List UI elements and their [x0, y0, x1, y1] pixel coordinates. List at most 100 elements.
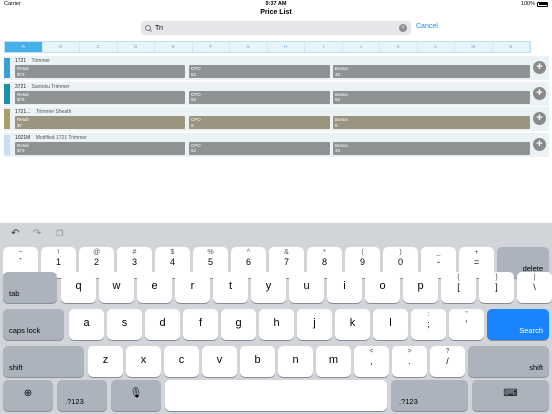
key-v[interactable]: v: [202, 346, 237, 377]
index-tab[interactable]: M: [455, 42, 493, 52]
key-x[interactable]: x: [126, 346, 161, 377]
undo-icon[interactable]: ↶: [11, 228, 19, 239]
key-g[interactable]: g: [221, 309, 256, 340]
key-f[interactable]: f: [183, 309, 218, 340]
index-tab[interactable]: D: [118, 42, 155, 52]
clear-search-icon[interactable]: ×: [399, 24, 407, 32]
cpo-cell: CPO 62: [189, 65, 330, 78]
keyboard-dismiss-icon: ⌨: [503, 388, 518, 399]
index-tab[interactable]: L: [418, 42, 455, 52]
key-n[interactable]: n: [278, 346, 313, 377]
index-tab[interactable]: C: [80, 42, 118, 52]
add-item-icon[interactable]: +: [533, 86, 546, 100]
bonus-cell: Bonus 45: [333, 65, 530, 78]
key-w[interactable]: w: [99, 272, 134, 303]
index-tab[interactable]: A: [5, 42, 43, 52]
list-item[interactable]: 1721... Trimmer Sheath Retail $7 CPO 6 B…: [4, 107, 549, 131]
key-z[interactable]: z: [88, 346, 123, 377]
add-item-icon[interactable]: +: [533, 137, 546, 151]
key-p[interactable]: p: [403, 272, 438, 303]
key-k[interactable]: k: [335, 309, 370, 340]
key-i[interactable]: i: [327, 272, 362, 303]
key-punct[interactable]: :;: [411, 309, 446, 340]
key-b[interactable]: b: [240, 346, 275, 377]
key-label: 0: [397, 257, 403, 267]
key-\[interactable]: | \: [517, 272, 552, 303]
globe-key[interactable]: ⊕: [3, 380, 53, 411]
search-input[interactable]: [155, 22, 395, 34]
key-punct[interactable]: ”’: [449, 309, 484, 340]
key-][interactable]: }]: [479, 272, 514, 303]
index-tab[interactable]: J: [343, 42, 380, 52]
key-q[interactable]: q: [61, 272, 96, 303]
key-label: q: [75, 280, 82, 292]
key-a[interactable]: a: [69, 309, 104, 340]
key-punct[interactable]: <,: [354, 346, 389, 377]
letter-index: ABCDEFGHIJKLMN: [4, 41, 531, 53]
key-j[interactable]: j: [297, 309, 332, 340]
space-bar[interactable]: [165, 380, 387, 411]
index-tab[interactable]: B: [43, 42, 80, 52]
key-label: 6: [245, 257, 251, 267]
key-l[interactable]: l: [373, 309, 408, 340]
bonus-value: 50: [335, 97, 341, 102]
redo-icon[interactable]: ↷: [33, 228, 41, 239]
key-label: d: [159, 317, 166, 329]
key-c[interactable]: c: [164, 346, 199, 377]
key-label: n: [292, 354, 299, 366]
key-label: ]: [495, 282, 498, 292]
key-u[interactable]: u: [289, 272, 324, 303]
index-tab[interactable]: K: [380, 42, 418, 52]
dismiss-keyboard-key[interactable]: ⌨: [472, 380, 549, 411]
key-m[interactable]: m: [316, 346, 351, 377]
key-label: p: [417, 280, 424, 292]
key-label: .?123: [65, 397, 84, 406]
list-item[interactable]: 1021M Modified 1721 Trimmer Retail $73 C…: [4, 132, 549, 157]
key-s[interactable]: s: [107, 309, 142, 340]
bonus-cell: Bonus 45: [333, 141, 530, 155]
key-punct[interactable]: >.: [392, 346, 427, 377]
index-tab[interactable]: F: [193, 42, 230, 52]
shift-key-right[interactable]: shift: [468, 346, 549, 377]
cancel-button[interactable]: Cancel: [416, 23, 438, 30]
index-tab[interactable]: N: [493, 42, 530, 52]
index-tab[interactable]: G: [230, 42, 268, 52]
key-h[interactable]: h: [259, 309, 294, 340]
key-y[interactable]: y: [251, 272, 286, 303]
paste-icon[interactable]: ❐: [56, 229, 63, 238]
index-tab[interactable]: I: [305, 42, 343, 52]
index-tab[interactable]: E: [155, 42, 193, 52]
add-item-icon[interactable]: +: [533, 61, 546, 74]
key-r[interactable]: r: [175, 272, 210, 303]
key-d[interactable]: d: [145, 309, 180, 340]
key-punct[interactable]: ? /: [430, 346, 465, 377]
search-key[interactable]: Search: [487, 309, 549, 340]
retail-value: $73: [17, 148, 25, 153]
key-label: 4: [169, 257, 175, 267]
tab-key[interactable]: tab: [3, 272, 57, 303]
key-[[interactable]: {[: [441, 272, 476, 303]
item-code: 1721: [15, 58, 27, 64]
add-item-icon[interactable]: +: [533, 112, 546, 125]
search-bar[interactable]: ×: [141, 21, 411, 35]
list-item[interactable]: 1721 Trimmer Retail $73 CPO 62 Bonus 45 …: [4, 56, 549, 80]
numbers-key-right[interactable]: .?123: [391, 380, 468, 411]
key-label: ;: [427, 319, 430, 329]
key-label: e: [151, 280, 158, 292]
microphone-key[interactable]: 🎙: [111, 380, 161, 411]
cpo-value: 6: [191, 122, 194, 128]
key-label: \: [533, 282, 536, 292]
key-t[interactable]: t: [213, 272, 248, 303]
item-name: Santoku Trimmer: [31, 83, 70, 90]
numbers-key-left[interactable]: .?123: [57, 380, 107, 411]
caps-lock-key[interactable]: caps lock: [3, 309, 64, 340]
index-tab[interactable]: H: [268, 42, 305, 52]
key-label: t: [228, 280, 233, 292]
item-code: 3721: [15, 83, 27, 90]
retail-cell: Retail $76: [15, 90, 185, 104]
key-o[interactable]: o: [365, 272, 400, 303]
shift-key-left[interactable]: shift: [3, 346, 84, 377]
key-shift-label: &: [284, 249, 289, 256]
key-e[interactable]: e: [137, 272, 172, 303]
list-item[interactable]: 3721 Santoku Trimmer Retail $76 CPO 65 B…: [4, 81, 549, 106]
